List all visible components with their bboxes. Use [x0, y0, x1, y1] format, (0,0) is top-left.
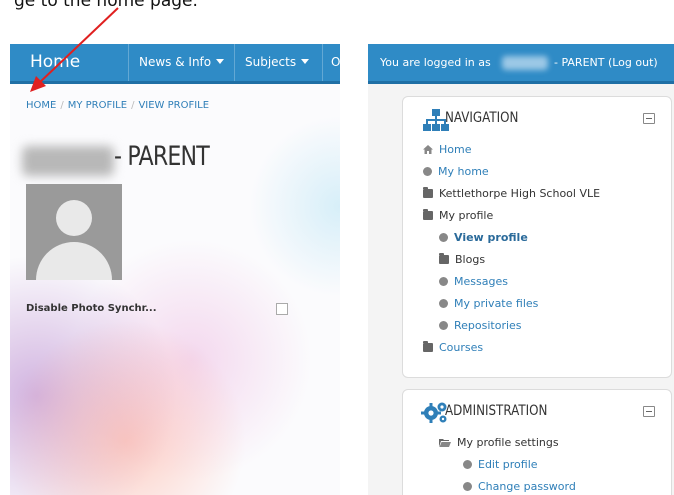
- dot-icon: [439, 233, 448, 242]
- home-icon: [423, 145, 433, 154]
- open-folder-icon: [439, 439, 451, 447]
- collapse-navigation-button[interactable]: [643, 113, 655, 124]
- breadcrumb-separator: /: [131, 100, 135, 111]
- nav-subjects-menu[interactable]: Subjects: [234, 44, 322, 81]
- collapse-administration-button[interactable]: [643, 406, 655, 417]
- breadcrumb-separator: /: [60, 100, 64, 111]
- admin-item-profile-settings[interactable]: My profile settings: [423, 432, 576, 454]
- top-navbar: Home News & Info Subjects Our: [10, 44, 340, 84]
- navigation-block: NAVIGATION Home My home Kettlethorpe Hig…: [402, 96, 672, 378]
- page-title: - PARENT: [22, 140, 230, 180]
- nav-item-my-home[interactable]: My home: [423, 161, 600, 183]
- nav-item-label: Kettlethorpe High School VLE: [439, 187, 601, 200]
- nav-item-messages[interactable]: Messages: [423, 271, 600, 293]
- administration-tree: My profile settings Edit profile Change …: [423, 432, 576, 495]
- nav-subjects-label: Subjects: [245, 55, 297, 69]
- nav-item-view-profile[interactable]: View profile: [423, 227, 600, 249]
- breadcrumb-home[interactable]: HOME: [26, 100, 56, 111]
- nav-item-label: Messages: [454, 275, 508, 288]
- redacted-username: [22, 146, 114, 176]
- nav-item-blogs[interactable]: Blogs: [423, 249, 600, 271]
- nav-item-site-home[interactable]: Kettlethorpe High School VLE: [423, 183, 600, 205]
- administration-block: ADMINISTRATION My profile settings Edit …: [402, 389, 672, 495]
- nav-item-label: Courses: [439, 341, 484, 354]
- dot-icon: [439, 299, 448, 308]
- nav-home-link[interactable]: Home: [30, 44, 128, 81]
- administration-block-header: ADMINISTRATION: [413, 400, 565, 426]
- profile-page-panel: Home News & Info Subjects Our HOME / MY PR…: [10, 44, 340, 495]
- breadcrumb-my-profile[interactable]: MY PROFILE: [68, 100, 127, 111]
- caption-text: ge to the home page.: [14, 0, 198, 11]
- avatar-body: [36, 242, 112, 280]
- navigation-block-title: NAVIGATION: [445, 110, 519, 126]
- nav-item-label: View profile: [454, 231, 528, 244]
- nav-news-info-label: News & Info: [139, 55, 212, 69]
- breadcrumb: HOME / MY PROFILE / VIEW PROFILE: [26, 100, 209, 111]
- chevron-down-icon: [301, 59, 310, 64]
- admin-item-edit-profile[interactable]: Edit profile: [423, 454, 576, 476]
- dot-icon: [439, 277, 448, 286]
- nav-item-private-files[interactable]: My private files: [423, 293, 600, 315]
- chevron-down-icon: [216, 59, 225, 64]
- avatar-head: [56, 200, 92, 236]
- admin-item-label: Edit profile: [478, 458, 538, 471]
- admin-item-label: Change password: [478, 480, 576, 493]
- page-title-suffix: - PARENT: [114, 141, 210, 172]
- login-info-bar: You are logged in as - PARENT (Log out): [368, 44, 674, 84]
- nav-item-label: Repositories: [454, 319, 522, 332]
- admin-item-change-password[interactable]: Change password: [423, 476, 576, 495]
- nav-item-label: Blogs: [455, 253, 486, 266]
- nav-item-label: My private files: [454, 297, 539, 310]
- dot-icon: [423, 167, 432, 176]
- navigation-tree: Home My home Kettlethorpe High School VL…: [423, 139, 600, 359]
- nav-item-home[interactable]: Home: [423, 139, 600, 161]
- nav-news-info-menu[interactable]: News & Info: [128, 44, 234, 81]
- nav-more-link[interactable]: Our: [322, 44, 340, 81]
- breadcrumb-view-profile[interactable]: VIEW PROFILE: [138, 100, 209, 111]
- login-prefix-text: You are logged in as: [380, 56, 491, 69]
- disable-photo-sync-checkbox[interactable]: [276, 303, 288, 315]
- nav-item-label: My profile: [439, 209, 494, 222]
- nav-item-label: My home: [438, 165, 489, 178]
- folder-icon: [423, 341, 433, 352]
- nav-item-repositories[interactable]: Repositories: [423, 315, 600, 337]
- sidebar-panel: You are logged in as - PARENT (Log out) …: [368, 44, 674, 495]
- redacted-username: [502, 56, 548, 70]
- dot-icon: [463, 460, 472, 469]
- folder-icon: [423, 187, 433, 198]
- folder-icon: [439, 253, 449, 264]
- dot-icon: [463, 482, 472, 491]
- administration-block-title: ADMINISTRATION: [445, 403, 548, 419]
- disable-photo-sync-label: Disable Photo Synchr...: [26, 303, 157, 314]
- avatar: [26, 184, 122, 280]
- logout-link[interactable]: - PARENT (Log out): [554, 56, 658, 69]
- nav-item-my-profile[interactable]: My profile: [423, 205, 600, 227]
- navigation-block-header: NAVIGATION: [413, 107, 531, 133]
- dot-icon: [439, 321, 448, 330]
- folder-icon: [423, 209, 433, 220]
- nav-item-label: Home: [439, 143, 472, 156]
- nav-item-courses[interactable]: Courses: [423, 337, 600, 359]
- admin-item-label: My profile settings: [457, 436, 559, 449]
